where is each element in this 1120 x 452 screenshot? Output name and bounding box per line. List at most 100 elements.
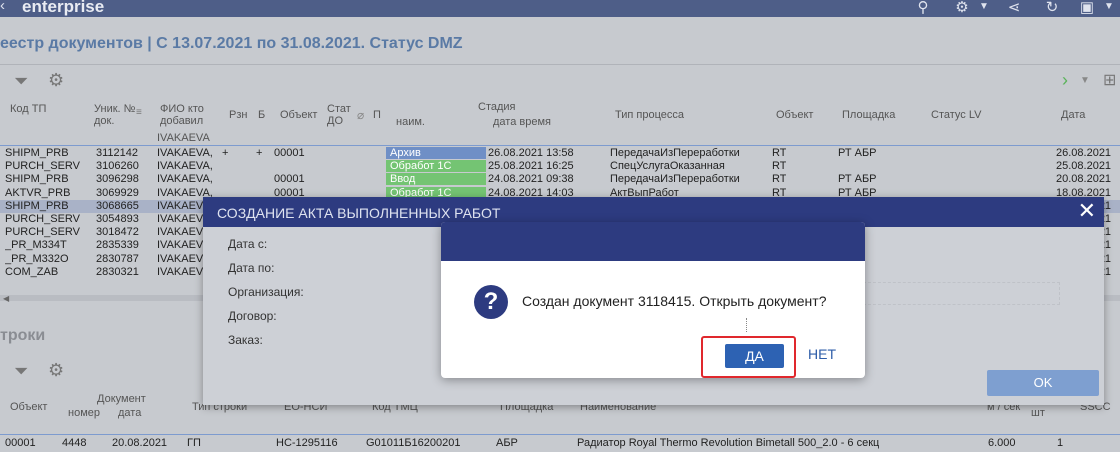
col-object[interactable]: Объект bbox=[280, 109, 317, 121]
col-stage-name[interactable]: наим. bbox=[396, 116, 425, 128]
gear-icon[interactable]: ⚙ bbox=[953, 0, 971, 16]
cell-object: 00001 bbox=[274, 173, 305, 186]
brand-logo: enterprise bbox=[22, 0, 105, 16]
page-title: еестр документов | С 13.07.2021 по 31.08… bbox=[0, 35, 463, 52]
lines-cell-object: 00001 bbox=[5, 437, 36, 449]
cell-uid: 3106260 bbox=[96, 160, 139, 173]
lines-col-doc[interactable]: Документ bbox=[97, 393, 146, 405]
cell-uid: 3018472 bbox=[96, 226, 139, 239]
confirm-header bbox=[441, 222, 865, 261]
cell-stage: Ввод bbox=[386, 173, 486, 186]
col-object2[interactable]: Объект bbox=[776, 109, 813, 121]
lines-col-doc-date[interactable]: дата bbox=[118, 407, 141, 419]
cell-stage: Архив bbox=[386, 147, 486, 159]
field-contract-label: Договор: bbox=[228, 309, 277, 323]
next-icon[interactable]: › bbox=[1062, 70, 1068, 91]
share-icon[interactable]: ⋖ bbox=[1005, 0, 1023, 16]
yes-button[interactable]: ДА bbox=[725, 344, 784, 368]
confirm-dialog: ? Создан документ 3118415. Открыть докум… bbox=[441, 222, 865, 378]
lines-cell-type: ГП bbox=[187, 437, 201, 449]
attachment-icon: ⌀ bbox=[357, 108, 365, 122]
cell-stage: Обработ 1С bbox=[386, 160, 486, 173]
lines-cell-ed: НС-1295116 bbox=[276, 437, 338, 449]
cell-object2: RT bbox=[772, 147, 787, 159]
cell-code: PURCH_SERV bbox=[5, 213, 80, 225]
cell-object2: RT bbox=[772, 173, 787, 186]
cell-uid: 3068665 bbox=[96, 199, 139, 212]
col-uid[interactable]: Уник. № док. bbox=[94, 103, 139, 127]
cell-site: РТ АБР bbox=[838, 173, 877, 186]
col-b[interactable]: Б bbox=[258, 109, 265, 121]
refresh-icon[interactable]: ↻ bbox=[1043, 0, 1061, 16]
confirm-message: Создан документ 3118415. Открыть докумен… bbox=[522, 293, 827, 309]
col-stage-dt[interactable]: дата время bbox=[493, 116, 551, 128]
table-row[interactable]: SHIPM_PRB 3096298 IVAKAEVA, 00001 24.08.2021… bbox=[0, 173, 1120, 186]
back-icon[interactable]: ‹ bbox=[0, 0, 5, 14]
fio-filter-value[interactable]: IVAKAEVA bbox=[157, 132, 210, 144]
cell-code: SHIPM_PRB bbox=[5, 199, 69, 212]
col-code[interactable]: Код ТП bbox=[10, 103, 80, 115]
table-row[interactable]: PURCH_SERV 3106260 IVAKAEVA, 25.08.2021 16:… bbox=[0, 160, 1120, 173]
col-date[interactable]: Дата bbox=[1061, 109, 1085, 121]
lines-title: троки bbox=[0, 327, 46, 344]
lines-row[interactable]: 00001 4448 20.08.2021 ГП НС-1295116 G010… bbox=[0, 437, 1120, 451]
organization-input[interactable] bbox=[863, 282, 1060, 305]
cell-code: PURCH_SERV bbox=[5, 226, 80, 239]
cell-process: СпецУслугаОказанная bbox=[610, 160, 725, 173]
close-icon[interactable]: ✕ bbox=[1078, 199, 1096, 223]
lines-filter-icon[interactable]: ⏷ bbox=[14, 361, 28, 382]
col-process[interactable]: Тип процесса bbox=[615, 109, 684, 121]
lines-cell-date: 20.08.2021 bbox=[112, 437, 168, 449]
cell-uid: 2830787 bbox=[96, 252, 139, 265]
cell-date: 26.08.2021 bbox=[1056, 147, 1112, 159]
top-bar: ‹ enterprise ⚲ ⚙ ▼ ⋖ ↻ ▣ ▼ bbox=[0, 0, 1120, 17]
cell-fio: IVAKAEVA, bbox=[157, 147, 213, 159]
lines-col-doc-num[interactable]: номер bbox=[68, 407, 100, 419]
columns-icon[interactable]: ⊞ bbox=[1103, 70, 1116, 90]
scroll-left-icon[interactable]: ◀ bbox=[3, 294, 9, 303]
cell-code: SHIPM_PRB bbox=[5, 173, 69, 186]
table-row[interactable]: SHIPM_PRB 3112142 IVAKAEVA, + +00001 26.08.20… bbox=[0, 147, 1120, 160]
cell-site: РТ АБР bbox=[838, 147, 877, 159]
cell-code: _PR_M334T bbox=[5, 239, 67, 252]
lines-cell-num: 4448 bbox=[62, 437, 87, 449]
cell-code: AKTVR_PRB bbox=[5, 186, 71, 199]
cell-date: 20.08.2021 bbox=[1056, 173, 1112, 186]
col-rzn[interactable]: Рзн bbox=[229, 109, 247, 121]
cell-uid: 3096298 bbox=[96, 173, 139, 186]
next-dropdown-icon[interactable]: ▼ bbox=[1080, 75, 1090, 86]
col-stat[interactable]: Стат ДО bbox=[327, 103, 351, 127]
cell-uid: 3112142 bbox=[96, 147, 139, 159]
col-lv[interactable]: Статус LV bbox=[931, 109, 981, 121]
cell-stage-dt: 26.08.2021 13:58 bbox=[488, 147, 574, 159]
dialog-title: СОЗДАНИЕ АКТА ВЫПОЛНЕННЫХ РАБОТ bbox=[217, 205, 501, 221]
field-date-to-label: Дата по: bbox=[228, 261, 275, 275]
settings-icon[interactable]: ⚙ bbox=[48, 70, 64, 91]
lines-settings-icon[interactable]: ⚙ bbox=[48, 360, 64, 381]
cell-fio: IVAKAEVA, bbox=[157, 160, 213, 173]
focus-indicator bbox=[746, 318, 748, 332]
lines-col-object[interactable]: Объект bbox=[10, 401, 47, 413]
col-stage[interactable]: Стадия bbox=[478, 101, 516, 113]
filter-icon[interactable]: ⏷ bbox=[14, 71, 28, 92]
col-fio[interactable]: ФИО кто добавил bbox=[160, 103, 215, 127]
col-site[interactable]: Площадка bbox=[842, 109, 895, 121]
lines-col-sht[interactable]: шт bbox=[1031, 407, 1045, 419]
cell-b: + bbox=[256, 147, 263, 159]
cell-uid: 3054893 bbox=[96, 213, 139, 225]
ok-button[interactable]: OK bbox=[987, 370, 1099, 396]
cell-date: 25.08.2021 bbox=[1056, 160, 1112, 173]
cell-object2: RT bbox=[772, 160, 787, 173]
lines-cell-qty: 6.000 bbox=[988, 437, 1016, 449]
cell-uid: 2830321 bbox=[96, 265, 139, 278]
search-icon[interactable]: ⚲ bbox=[914, 0, 932, 16]
package-icon[interactable]: ▣ bbox=[1078, 0, 1096, 16]
grid-header: Код ТП Уник. № док. ≡ ФИО кто добавил Рз… bbox=[0, 97, 1120, 147]
field-org-label: Организация: bbox=[228, 285, 304, 299]
yes-button-highlight: ДА bbox=[701, 336, 796, 378]
cell-uid: 3069929 bbox=[96, 186, 139, 199]
sort-icon[interactable]: ≡ bbox=[136, 107, 142, 118]
cell-code: PURCH_SERV bbox=[5, 160, 80, 173]
no-button[interactable]: НЕТ bbox=[808, 346, 836, 362]
col-p[interactable]: П bbox=[373, 109, 381, 121]
